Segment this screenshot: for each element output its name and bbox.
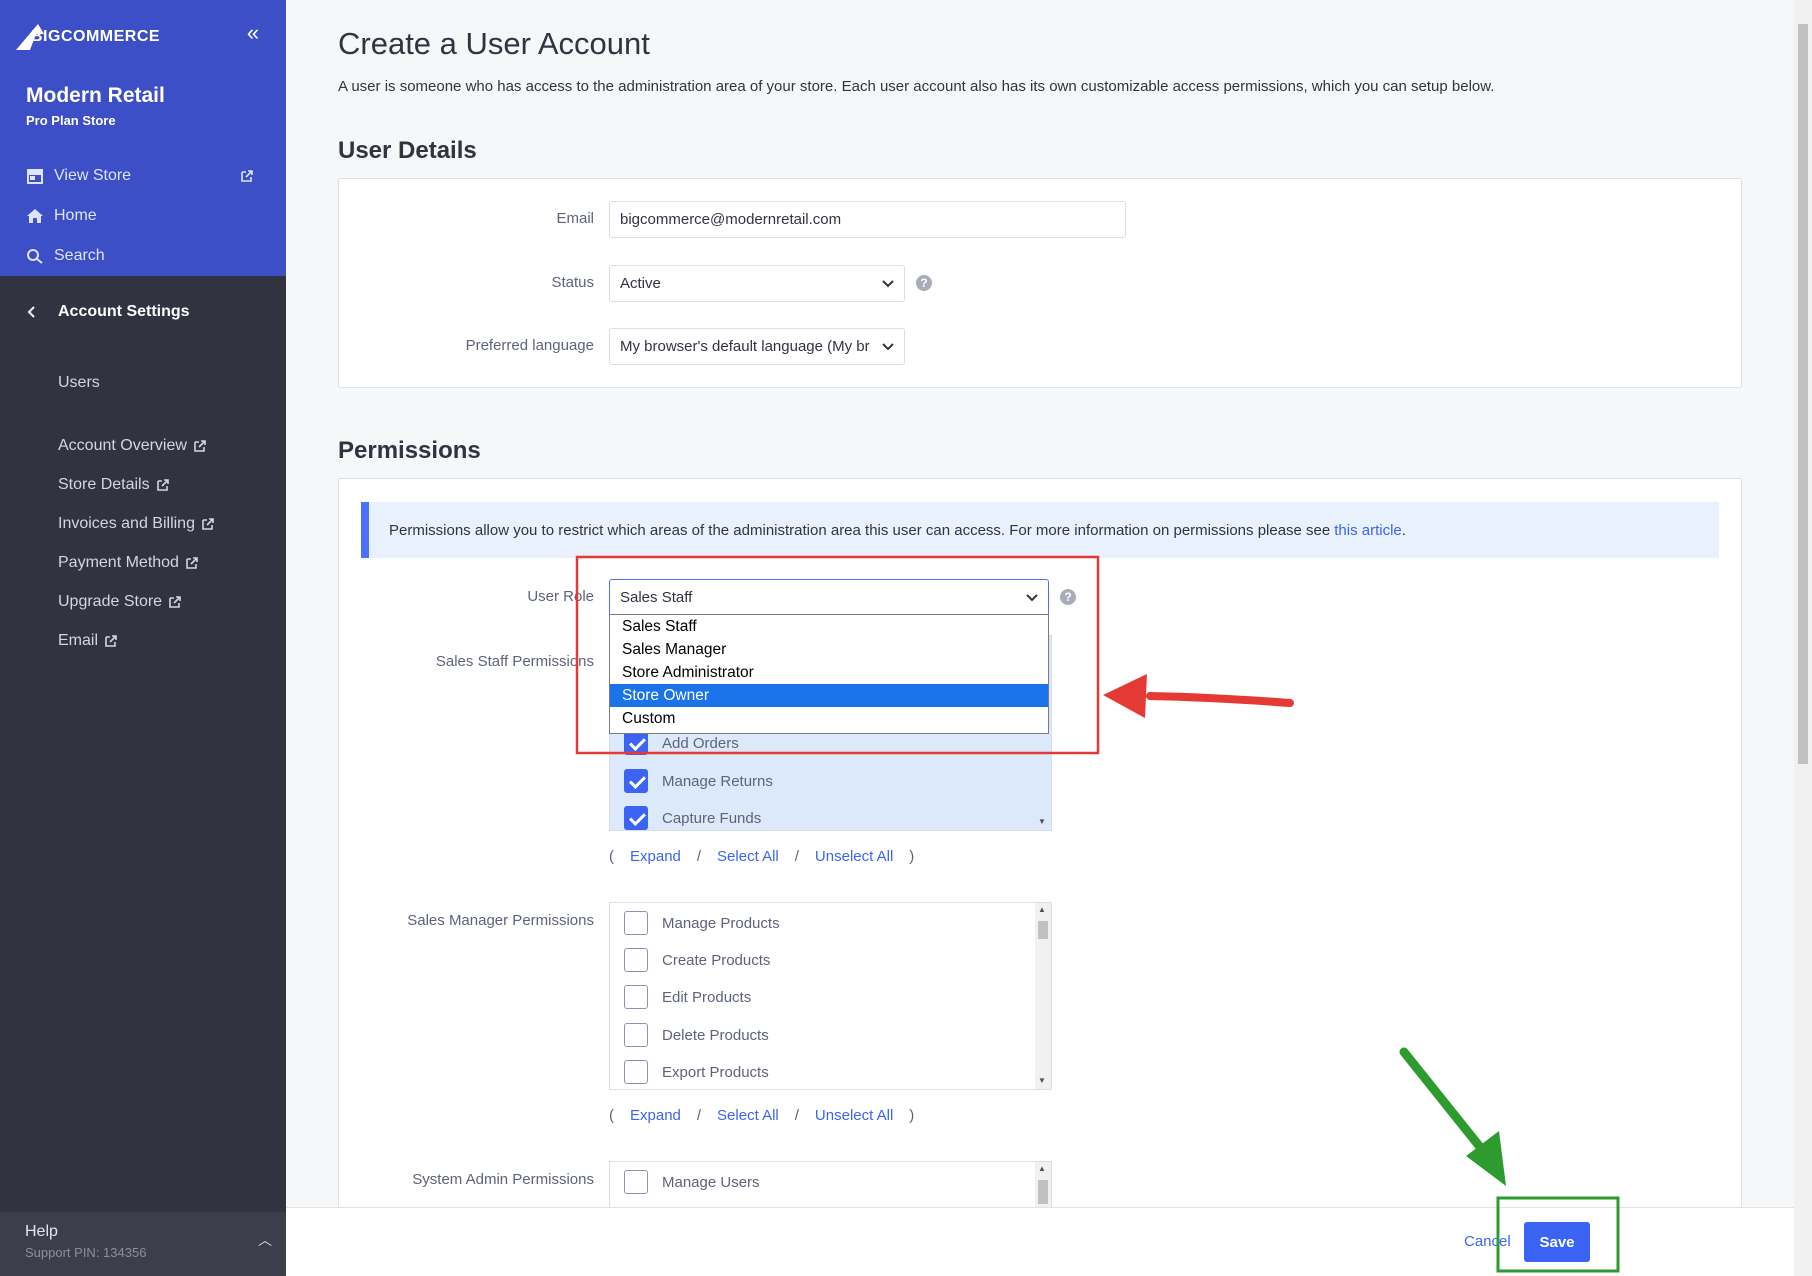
green-highlight-box (1496, 1196, 1620, 1273)
green-arrow-icon (1399, 1047, 1506, 1186)
red-arrow-icon (1103, 674, 1294, 718)
annotation-overlay (575, 555, 1620, 1273)
red-highlight-box (575, 555, 1100, 755)
app-window: BIGCOMMERCE « Modern Retail Pro Plan Sto… (0, 0, 1812, 1276)
